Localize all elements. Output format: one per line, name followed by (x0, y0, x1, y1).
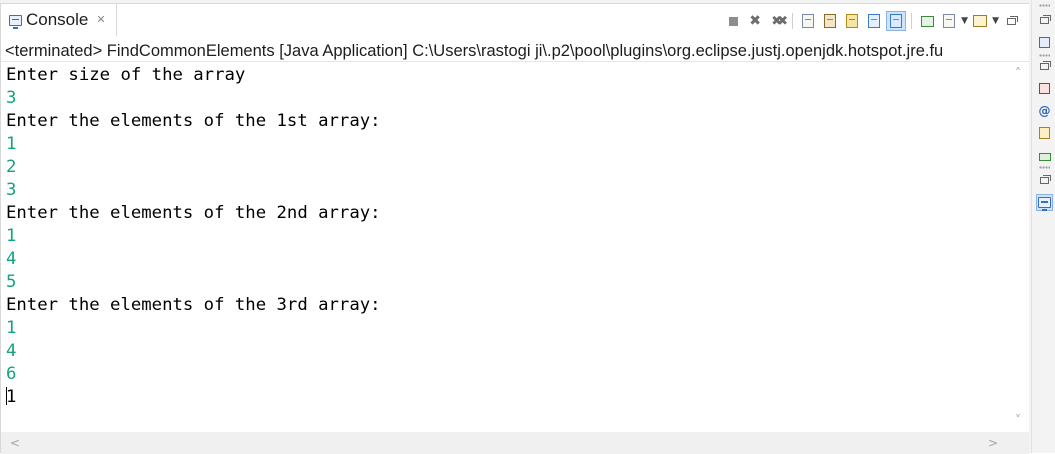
scroll-down-icon[interactable]: ˅ (1007, 411, 1029, 429)
display-console-dropdown[interactable] (939, 11, 959, 31)
declaration-icon (1039, 126, 1050, 139)
display-selected-console-button[interactable] (917, 11, 937, 31)
remove-launch-button[interactable]: ✖ (745, 11, 765, 31)
trim-handle[interactable] (1039, 166, 1050, 169)
trim-restore-button[interactable] (1036, 58, 1053, 75)
remove-all-terminated-button[interactable]: ✖✖ (767, 11, 788, 31)
open-console-icon (973, 15, 988, 27)
console-line-text: 4 (6, 249, 17, 269)
restore-icon (1040, 61, 1051, 70)
console-line-text: Enter the elements of the 3rd array: (6, 295, 381, 315)
console-output-line: 1 (6, 386, 1007, 409)
trim-restore-button[interactable] (1036, 12, 1053, 29)
console-line-text: 1 (6, 134, 17, 154)
view-tab-bar: Console ✕ ✖ ✖✖ ▼ ▼ (1, 4, 1029, 36)
console-line-text: 1 (6, 387, 17, 407)
pin-console-icon (890, 14, 903, 28)
console-input-line: 1 (6, 133, 1007, 156)
process-status-line: <terminated> FindCommonElements [Java Ap… (1, 40, 1029, 62)
vertical-scrollbar[interactable]: ˄ ˅ (1007, 64, 1029, 429)
console-input-line: 1 (6, 317, 1007, 340)
restore-icon (1040, 175, 1051, 184)
horizontal-scrollbar[interactable]: < > (1, 432, 1007, 454)
trim-handle[interactable] (1039, 54, 1050, 57)
tab-console-label: Console (26, 10, 89, 29)
trim-servers-button[interactable] (1036, 148, 1053, 165)
console-input-line: 6 (6, 363, 1007, 386)
chevron-down-icon[interactable]: ▼ (961, 16, 968, 26)
scroll-lock-button[interactable] (798, 11, 818, 31)
console-output-line: Enter the elements of the 2nd array: (6, 202, 1007, 225)
console-list-icon (943, 14, 956, 28)
console-input-line: 3 (6, 179, 1007, 202)
trim-restore-button[interactable] (1036, 172, 1053, 189)
console-toolbar: ✖ ✖✖ ▼ ▼ (723, 10, 1021, 32)
scroll-right-icon[interactable]: > (983, 434, 1003, 452)
remove-all-terminated-icon: ✖✖ (771, 13, 788, 29)
console-line-text: 1 (6, 318, 17, 338)
console-input-line: 5 (6, 271, 1007, 294)
trim-problems-button[interactable] (1036, 80, 1053, 97)
console-input-line: 1 (6, 225, 1007, 248)
chevron-down-icon[interactable]: ▼ (992, 16, 999, 26)
console-line-text: 2 (6, 157, 17, 177)
toolbar-separator (911, 13, 913, 29)
restore-icon (1040, 15, 1051, 24)
console-input-line: 4 (6, 248, 1007, 271)
problems-icon (1039, 83, 1050, 94)
console-output-line: Enter the elements of the 3rd array: (6, 294, 1007, 317)
console-line-text: 5 (6, 272, 17, 292)
console-output-line: Enter the elements of the 1st array: (6, 110, 1007, 133)
minimize-icon (1006, 15, 1018, 25)
scroll-lock-icon (802, 14, 815, 28)
show-on-stderr-button[interactable] (864, 11, 884, 31)
console-icon (1038, 197, 1051, 211)
scroll-up-icon[interactable]: ˄ (1007, 64, 1029, 82)
tab-console[interactable]: Console ✕ (1, 4, 117, 36)
scroll-left-icon[interactable]: < (5, 434, 25, 452)
show-on-stdout-icon (846, 14, 859, 28)
console-input-line: 4 (6, 340, 1007, 363)
terminate-button[interactable] (723, 11, 743, 31)
trim-javadoc-button[interactable]: @ (1036, 102, 1053, 119)
servers-icon (1038, 152, 1051, 161)
right-trim-stack: @ (1031, 0, 1055, 453)
console-icon (9, 14, 22, 29)
outline-icon (1039, 37, 1050, 48)
toolbar-separator (792, 13, 794, 29)
trim-console-button[interactable] (1036, 194, 1053, 211)
console-line-text: 1 (6, 226, 17, 246)
show-on-stderr-icon (868, 14, 881, 28)
console-line-text: Enter size of the array (6, 65, 246, 85)
word-wrap-button[interactable] (820, 11, 840, 31)
javadoc-icon: @ (1038, 103, 1051, 118)
trim-outline-button[interactable] (1036, 34, 1053, 51)
remove-launch-icon: ✖ (749, 13, 762, 29)
minimize-button[interactable] (1001, 11, 1021, 31)
console-line-text: 3 (6, 180, 17, 200)
scrollbar-corner (1007, 432, 1029, 454)
show-on-stdout-button[interactable] (842, 11, 862, 31)
display-selected-console-icon (920, 15, 934, 27)
close-icon[interactable]: ✕ (96, 13, 105, 26)
console-line-text: 6 (6, 364, 17, 384)
pin-console-button[interactable] (886, 11, 907, 31)
terminate-icon (728, 16, 738, 26)
console-output[interactable]: Enter size of the array 3 Enter the elemen… (1, 64, 1007, 429)
trim-declaration-button[interactable] (1036, 124, 1053, 141)
console-line-text: Enter the elements of the 1st array: (6, 111, 381, 131)
console-output-line: Enter size of the array (6, 64, 1007, 87)
trim-handle[interactable] (1039, 4, 1050, 7)
console-view: Console ✕ ✖ ✖✖ ▼ ▼ <terminated> FindComm… (0, 3, 1029, 454)
console-line-text: 3 (6, 88, 17, 108)
console-input-line: 3 (6, 87, 1007, 110)
open-console-button[interactable] (970, 11, 990, 31)
console-line-text: Enter the elements of the 2nd array: (6, 203, 381, 223)
eclipse-console-frame: Console ✕ ✖ ✖✖ ▼ ▼ <terminated> FindComm… (0, 0, 1055, 454)
console-line-text: 4 (6, 341, 17, 361)
word-wrap-icon (824, 14, 837, 28)
console-input-line: 2 (6, 156, 1007, 179)
